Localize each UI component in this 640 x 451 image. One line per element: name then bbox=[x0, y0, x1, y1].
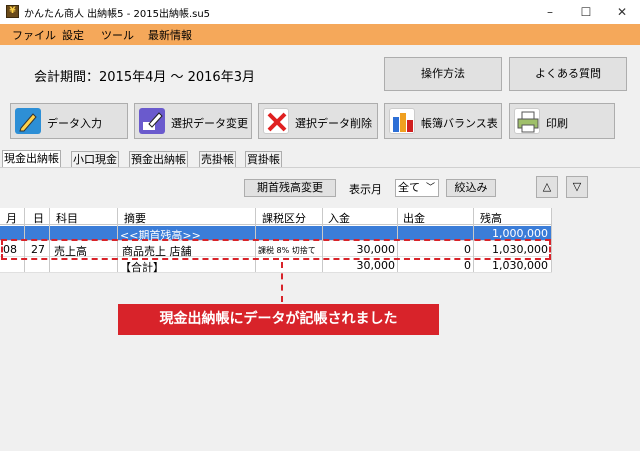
delete-selected-button[interactable]: 選択データ削除 bbox=[258, 103, 378, 139]
maximize-button[interactable]: ☐ bbox=[568, 0, 604, 24]
menu-settings[interactable]: 設定 bbox=[62, 27, 84, 43]
menu-file[interactable]: ファイル bbox=[12, 27, 56, 43]
data-entry-label: データ入力 bbox=[47, 117, 102, 130]
edit-selected-button[interactable]: 選択データ変更 bbox=[134, 103, 252, 139]
bar-chart-icon bbox=[389, 108, 415, 134]
menu-tools[interactable]: ツール bbox=[101, 27, 134, 43]
chevron-down-icon: ﹀ bbox=[425, 183, 435, 193]
howto-button[interactable]: 操作方法 bbox=[384, 57, 502, 91]
delete-x-icon bbox=[263, 108, 289, 134]
opening-balance-button[interactable]: 期首残高変更 bbox=[244, 179, 336, 197]
callout-connector bbox=[281, 262, 283, 302]
window-title: かんたん商人 出納帳5 - 2015出納帳.su5 bbox=[24, 9, 211, 20]
filter-button[interactable]: 絞込み bbox=[446, 179, 496, 197]
edit-icon bbox=[139, 108, 165, 134]
tab-petty-cash[interactable]: 小口現金 bbox=[71, 151, 119, 168]
month-label: 表示月 bbox=[349, 183, 382, 196]
pencil-icon bbox=[15, 108, 41, 134]
edit-selected-label: 選択データ変更 bbox=[171, 117, 248, 130]
tab-receivables[interactable]: 売掛帳 bbox=[199, 151, 236, 168]
highlight-box bbox=[1, 239, 551, 260]
print-label: 印刷 bbox=[546, 117, 568, 130]
month-select[interactable]: 全て ﹀ bbox=[395, 179, 439, 197]
menu-news[interactable]: 最新情報 bbox=[148, 27, 192, 43]
accounting-period: 会計期間：2015年4月 〜 2016年3月 bbox=[34, 70, 255, 85]
month-select-value: 全て bbox=[398, 181, 420, 194]
menu-bar: ファイル 設定 ツール 最新情報 bbox=[0, 24, 640, 45]
print-button[interactable]: 印刷 bbox=[509, 103, 615, 139]
callout-message: 現金出納帳にデータが記帳されました bbox=[118, 304, 439, 335]
delete-selected-label: 選択データ削除 bbox=[295, 117, 372, 130]
move-down-button[interactable]: ▽ bbox=[566, 176, 588, 198]
balance-sheet-button[interactable]: 帳簿バランス表 bbox=[384, 103, 502, 139]
balance-sheet-label: 帳簿バランス表 bbox=[421, 117, 498, 130]
tab-cash-ledger[interactable]: 現金出納帳 bbox=[2, 150, 61, 168]
tab-payables[interactable]: 買掛帳 bbox=[245, 151, 282, 168]
title-bar: ¥ かんたん商人 出納帳5 - 2015出納帳.su5 – ☐ ✕ bbox=[0, 0, 640, 24]
data-entry-button[interactable]: データ入力 bbox=[10, 103, 128, 139]
close-button[interactable]: ✕ bbox=[604, 0, 640, 24]
minimize-button[interactable]: – bbox=[532, 0, 568, 24]
tab-deposit-ledger[interactable]: 預金出納帳 bbox=[129, 151, 188, 168]
printer-icon bbox=[514, 108, 540, 134]
faq-button[interactable]: よくある質問 bbox=[509, 57, 627, 91]
app-logo-icon: ¥ bbox=[6, 5, 19, 18]
move-up-button[interactable]: △ bbox=[536, 176, 558, 198]
